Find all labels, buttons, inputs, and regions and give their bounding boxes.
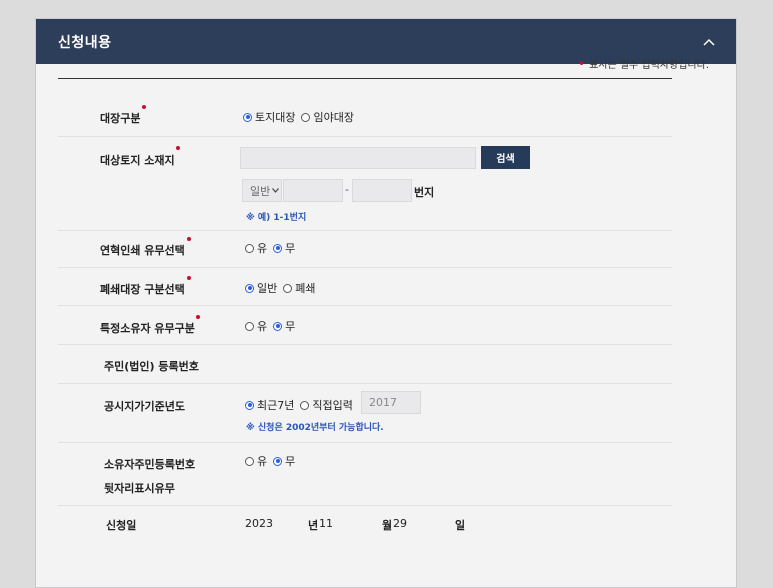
row-divider	[58, 267, 672, 268]
radio-button[interactable]	[283, 283, 293, 293]
location-label: 대상토지 소재지	[100, 154, 175, 167]
radio-button[interactable]	[245, 283, 254, 293]
month-unit: 월	[382, 519, 393, 532]
radio-owner-no[interactable]: 무	[273, 318, 295, 334]
specific-owner-radios: 유 무	[245, 318, 301, 334]
row-divider	[58, 344, 672, 345]
base-year-radios: 최근7년 직접입력	[245, 397, 359, 413]
ledger-type-label: 대장구분	[100, 112, 141, 125]
row-divider	[58, 136, 672, 137]
required-marker	[176, 146, 180, 150]
radio-button[interactable]	[273, 456, 283, 466]
radio-ledger-closed[interactable]: 폐쇄	[283, 280, 316, 296]
specific-owner-label: 특정소유자 유무구분	[100, 322, 195, 335]
resident-number-label: 주민(법인) 등록번호	[104, 360, 199, 373]
beonji-label: 번지	[414, 186, 435, 199]
required-note: • 표시는 필수 입력사항입니다.	[578, 56, 709, 71]
required-marker	[187, 237, 191, 241]
radio-history-yes[interactable]: 유	[245, 240, 267, 256]
chevron-up-icon[interactable]	[700, 33, 718, 51]
day-unit: 일	[455, 519, 466, 532]
radio-rrn-no[interactable]: 무	[273, 453, 295, 469]
history-print-radios: 유 무	[245, 240, 301, 256]
radio-rrn-yes[interactable]: 유	[245, 453, 267, 469]
ledger-type-radios: 토지대장 임야대장	[243, 109, 360, 125]
required-note-text: 표시는 필수 입력사항입니다.	[589, 60, 709, 71]
closed-ledger-label: 폐쇄대장 구분선택	[100, 283, 185, 296]
history-print-label: 연혁인쇄 유무선택	[100, 244, 185, 257]
base-year-label: 공시지가기준년도	[104, 400, 185, 413]
apply-month: 11	[319, 517, 333, 530]
apply-year: 2023	[245, 517, 273, 530]
required-dot-icon: •	[577, 57, 586, 71]
search-button[interactable]: 검색	[481, 146, 530, 169]
owner-rrn-radios: 유 무	[245, 453, 301, 469]
radio-forest-ledger[interactable]: 임야대장	[301, 109, 354, 125]
closed-ledger-radios: 일반 폐쇄	[245, 280, 322, 296]
sub-lot-number-field[interactable]	[352, 179, 412, 202]
radio-button[interactable]	[245, 400, 254, 410]
row-divider	[58, 442, 672, 443]
row-divider	[58, 305, 672, 306]
lot-type-select[interactable]: 일반	[242, 179, 282, 202]
radio-owner-yes[interactable]: 유	[245, 318, 267, 334]
apply-day: 29	[393, 517, 407, 530]
radio-land-ledger[interactable]: 토지대장	[243, 109, 295, 125]
radio-direct-input[interactable]: 직접입력	[300, 397, 353, 413]
radio-button[interactable]	[245, 243, 254, 253]
year-unit: 년	[308, 519, 319, 532]
owner-rrn-label-line2: 뒷자리표시유무	[104, 482, 175, 495]
radio-button[interactable]	[245, 456, 254, 466]
row-divider	[58, 230, 672, 231]
location-hint: ※ 예) 1-1번지	[246, 213, 307, 223]
base-year-input[interactable]: 2017	[361, 391, 421, 414]
row-divider	[58, 383, 672, 384]
required-marker	[142, 105, 146, 109]
radio-button[interactable]	[273, 321, 283, 331]
lot-separator: -	[345, 183, 349, 196]
radio-button[interactable]	[300, 400, 310, 410]
header-divider	[58, 78, 672, 79]
radio-button[interactable]	[273, 243, 283, 253]
owner-rrn-label-line1: 소유자주민등록번호	[104, 458, 196, 471]
radio-button[interactable]	[245, 321, 254, 331]
required-marker	[187, 276, 191, 280]
radio-ledger-normal[interactable]: 일반	[245, 280, 277, 296]
panel-title: 신청내용	[58, 34, 112, 51]
location-address-field[interactable]	[240, 147, 476, 169]
radio-history-no[interactable]: 무	[273, 240, 295, 256]
main-lot-number-field[interactable]	[283, 179, 343, 202]
chevron-down-icon	[272, 188, 280, 193]
apply-date-label: 신청일	[106, 519, 137, 532]
application-panel: 신청내용	[35, 18, 737, 588]
radio-button[interactable]	[301, 112, 311, 122]
base-year-hint: ※ 신청은 2002년부터 가능합니다.	[246, 423, 384, 433]
row-divider	[58, 505, 672, 506]
radio-recent-7-years[interactable]: 최근7년	[245, 397, 294, 413]
radio-button[interactable]	[243, 112, 252, 122]
required-marker	[196, 315, 200, 319]
